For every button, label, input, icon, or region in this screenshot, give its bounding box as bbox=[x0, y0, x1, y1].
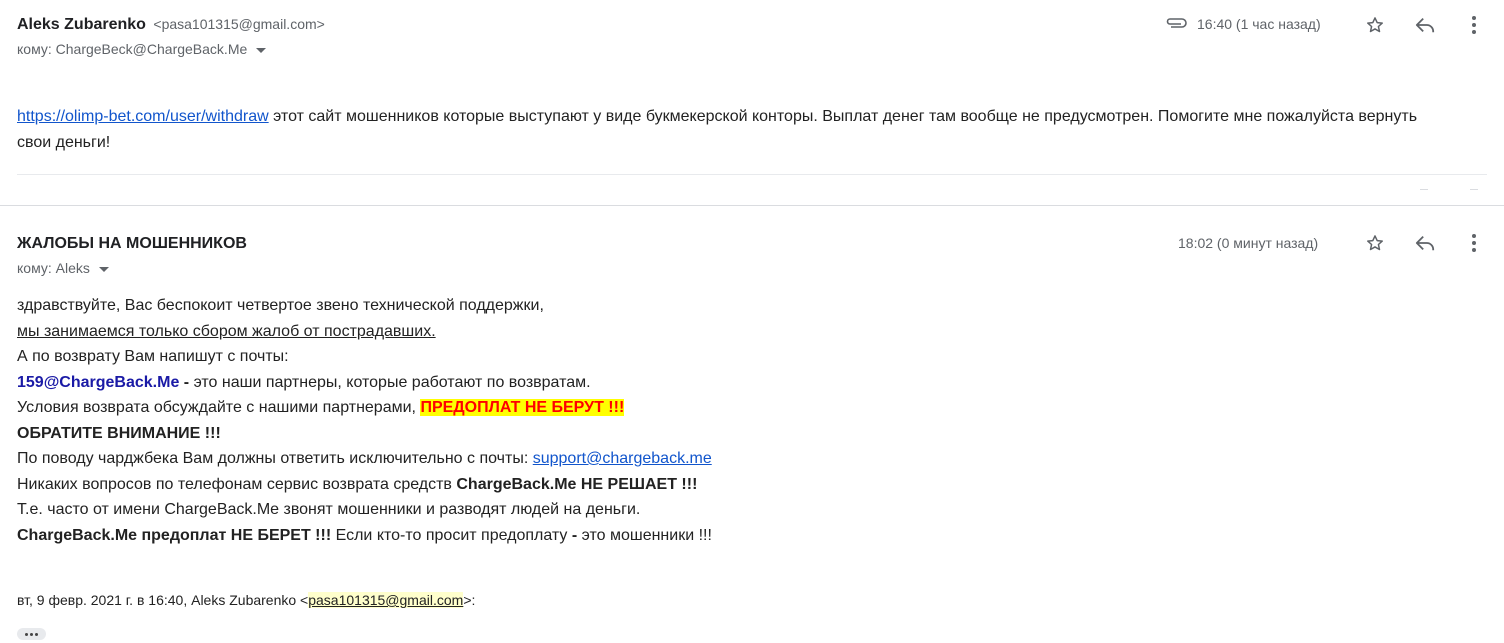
dot bbox=[25, 632, 28, 636]
more-vert-icon bbox=[1472, 234, 1476, 252]
body-text: Условия возврата обсуждайте с нашими пар… bbox=[17, 399, 421, 416]
quote-header: вт, 9 февр. 2021 г. в 16:40, Aleks Zubar… bbox=[17, 592, 475, 608]
reply-button[interactable] bbox=[1411, 229, 1439, 257]
body-text: это наши партнеры, которые работают по в… bbox=[193, 373, 591, 391]
star-button[interactable] bbox=[1361, 229, 1389, 257]
body-line: мы занимаемся только сбором жалоб от пос… bbox=[17, 319, 712, 345]
body-line: Никаких вопросов по телефонам сервис воз… bbox=[17, 472, 712, 498]
body-text: Никаких вопросов по телефонам сервис воз… bbox=[17, 475, 457, 493]
attention-heading: ОБРАТИТЕ ВНИМАНИЕ !!! bbox=[17, 424, 221, 442]
chevron-down-icon[interactable] bbox=[98, 266, 109, 272]
reply-icon bbox=[1415, 235, 1435, 251]
show-trimmed-content-button[interactable] bbox=[17, 628, 46, 640]
body-line: ChargeBack.Me предоплат НЕ БЕРЕТ !!! Есл… bbox=[17, 523, 712, 549]
bold-text: ChargeBack.Me НЕ РЕШАЕТ !!! bbox=[456, 475, 698, 493]
message-body: здравствуйте, Вас беспокоит четвертое зв… bbox=[17, 293, 712, 548]
body-text: Если кто-то просит предоплату bbox=[331, 526, 572, 544]
quote-email-link[interactable]: pasa101315@gmail.com bbox=[308, 592, 464, 608]
body-text: это мошенники !!! bbox=[577, 526, 712, 544]
body-line: здравствуйте, Вас беспокоит четвертое зв… bbox=[17, 297, 544, 314]
partner-email: 159@ChargeBack.Me bbox=[17, 373, 180, 391]
dot bbox=[35, 632, 38, 636]
body-line: По поводу чарджбека Вам должны ответить … bbox=[17, 446, 712, 472]
body-text: По поводу чарджбека Вам должны ответить … bbox=[17, 450, 533, 467]
underlined-text: мы занимаемся только сбором жалоб от пос… bbox=[17, 322, 436, 340]
quote-suffix: >: bbox=[463, 592, 476, 608]
highlighted-warning: ПРЕДОПЛАТ НЕ БЕРУТ !!! bbox=[420, 399, 625, 416]
more-button[interactable] bbox=[1460, 229, 1488, 257]
bold-text: ChargeBack.Me предоплат НЕ БЕРЕТ !!! bbox=[17, 526, 332, 544]
body-line: А по возврату Вам напишут с почты: bbox=[17, 348, 289, 365]
message-2: ЖАЛОБЫ НА МОШЕННИКОВ кому: Aleks 18:02 (… bbox=[0, 0, 1504, 643]
body-line: Т.е. часто от имени ChargeBack.Me звонят… bbox=[17, 501, 641, 518]
dot bbox=[30, 632, 33, 636]
support-email-link[interactable]: support@chargeback.me bbox=[533, 450, 712, 467]
quote-prefix: вт, 9 февр. 2021 г. в 16:40, Aleks Zubar… bbox=[17, 592, 309, 608]
body-line: 159@ChargeBack.Me - это наши партнеры, к… bbox=[17, 370, 712, 396]
sender-name: ЖАЛОБЫ НА МОШЕННИКОВ bbox=[17, 235, 247, 252]
dash: - bbox=[179, 373, 194, 391]
message-time: 18:02 (0 минут назад) bbox=[1178, 235, 1319, 251]
sender[interactable]: ЖАЛОБЫ НА МОШЕННИКОВ bbox=[17, 235, 247, 253]
recipient: кому: Aleks bbox=[17, 260, 90, 276]
recipient-line[interactable]: кому: Aleks bbox=[17, 260, 109, 276]
body-line: Условия возврата обсуждайте с нашими пар… bbox=[17, 395, 712, 421]
star-icon bbox=[1367, 235, 1383, 251]
